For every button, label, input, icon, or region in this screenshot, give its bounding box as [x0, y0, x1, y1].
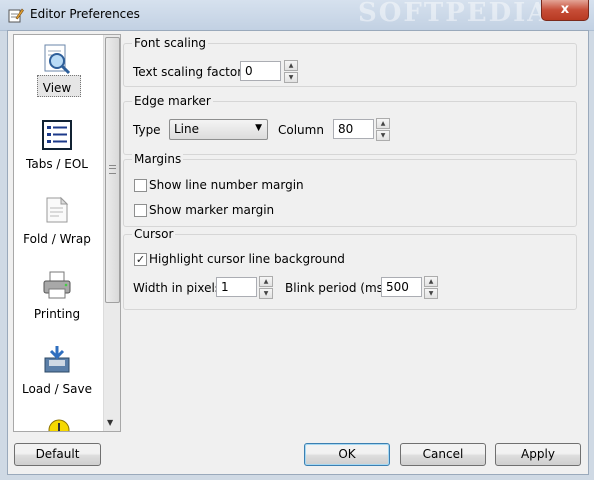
marker-margin-label[interactable]: Show marker margin	[149, 203, 274, 217]
sidebar-item-label: Fold / Wrap	[23, 232, 91, 246]
apply-button[interactable]: Apply	[495, 443, 581, 466]
spin-down-icon[interactable]: ▼	[284, 72, 298, 83]
chevron-down-icon: ▼	[255, 123, 262, 133]
edge-type-value: Line	[174, 122, 200, 136]
width-in-pixels-label: Width in pixels	[133, 281, 222, 295]
group-title: Edge marker	[132, 94, 213, 108]
tabs-icon	[42, 120, 72, 150]
dialog-client-area: View Tabs / EOL Fold / Wrap Printing Loa…	[7, 30, 589, 475]
blink-period-input[interactable]: 500	[381, 277, 422, 297]
spin-down-icon[interactable]: ▼	[259, 288, 273, 299]
default-button[interactable]: Default	[14, 443, 101, 466]
spin-up-icon[interactable]: ▲	[424, 276, 438, 287]
sidebar-item-label: View	[42, 81, 72, 95]
spin-up-icon[interactable]: ▲	[259, 276, 273, 287]
ok-button[interactable]: OK	[304, 443, 390, 466]
sidebar-scrollbar[interactable]: ▼	[103, 35, 120, 431]
sidebar-item-label: Load / Save	[22, 382, 92, 396]
editor-app-icon	[8, 8, 24, 23]
width-in-pixels-input[interactable]: 1	[216, 277, 257, 297]
close-button[interactable]: x	[541, 0, 589, 21]
text-scaling-input[interactable]: 0	[240, 61, 281, 81]
title-bar: Editor Preferences SOFTPEDIA x	[0, 0, 594, 31]
sidebar-item-label: Printing	[33, 307, 81, 321]
edge-type-select[interactable]: Line ▼	[169, 119, 268, 140]
view-icon	[44, 44, 71, 75]
column-label: Column	[278, 123, 324, 137]
group-title: Font scaling	[132, 36, 209, 50]
cancel-button[interactable]: Cancel	[400, 443, 486, 466]
highlight-cursor-line-checkbox[interactable]: ✓	[134, 253, 147, 266]
cursor-group: Cursor	[123, 227, 577, 310]
text-scaling-label: Text scaling factor	[133, 65, 243, 79]
info-icon	[48, 419, 70, 431]
load-save-icon	[44, 346, 70, 373]
window-title: Editor Preferences	[30, 7, 140, 21]
watermark: SOFTPEDIA	[358, 0, 550, 28]
width-stepper[interactable]: ▲ ▼	[259, 276, 273, 299]
group-title: Cursor	[132, 227, 176, 241]
sidebar-item-label: Tabs / EOL	[26, 157, 88, 171]
sidebar-item-load-save[interactable]: Load / Save	[14, 344, 100, 396]
column-input[interactable]: 80	[333, 119, 374, 139]
sidebar-item-printing[interactable]: Printing	[14, 269, 100, 321]
close-icon: x	[560, 2, 570, 17]
printer-icon	[43, 271, 71, 299]
marker-margin-checkbox[interactable]	[134, 204, 147, 217]
spin-down-icon[interactable]: ▼	[424, 288, 438, 299]
line-number-margin-label[interactable]: Show line number margin	[149, 178, 304, 192]
text-scaling-stepper[interactable]: ▲ ▼	[284, 60, 298, 83]
blink-period-stepper[interactable]: ▲ ▼	[424, 276, 438, 299]
category-sidebar[interactable]: View Tabs / EOL Fold / Wrap Printing Loa…	[13, 34, 121, 432]
spin-down-icon[interactable]: ▼	[376, 130, 390, 141]
sidebar-item-view[interactable]: View	[14, 43, 100, 97]
line-number-margin-checkbox[interactable]	[134, 179, 147, 192]
spin-up-icon[interactable]: ▲	[284, 60, 298, 71]
highlight-cursor-line-label[interactable]: Highlight cursor line background	[149, 252, 345, 266]
sidebar-item-fold-wrap[interactable]: Fold / Wrap	[14, 194, 100, 246]
sidebar-item-tabs-eol[interactable]: Tabs / EOL	[14, 119, 100, 171]
scroll-down-arrow-icon[interactable]: ▼	[107, 418, 113, 427]
type-label: Type	[133, 123, 161, 137]
scrollbar-thumb[interactable]	[105, 37, 120, 303]
group-title: Margins	[132, 152, 184, 166]
blink-period-label: Blink period (ms)	[285, 281, 388, 295]
spin-up-icon[interactable]: ▲	[376, 118, 390, 129]
fold-icon	[46, 196, 69, 223]
column-stepper[interactable]: ▲ ▼	[376, 118, 390, 141]
